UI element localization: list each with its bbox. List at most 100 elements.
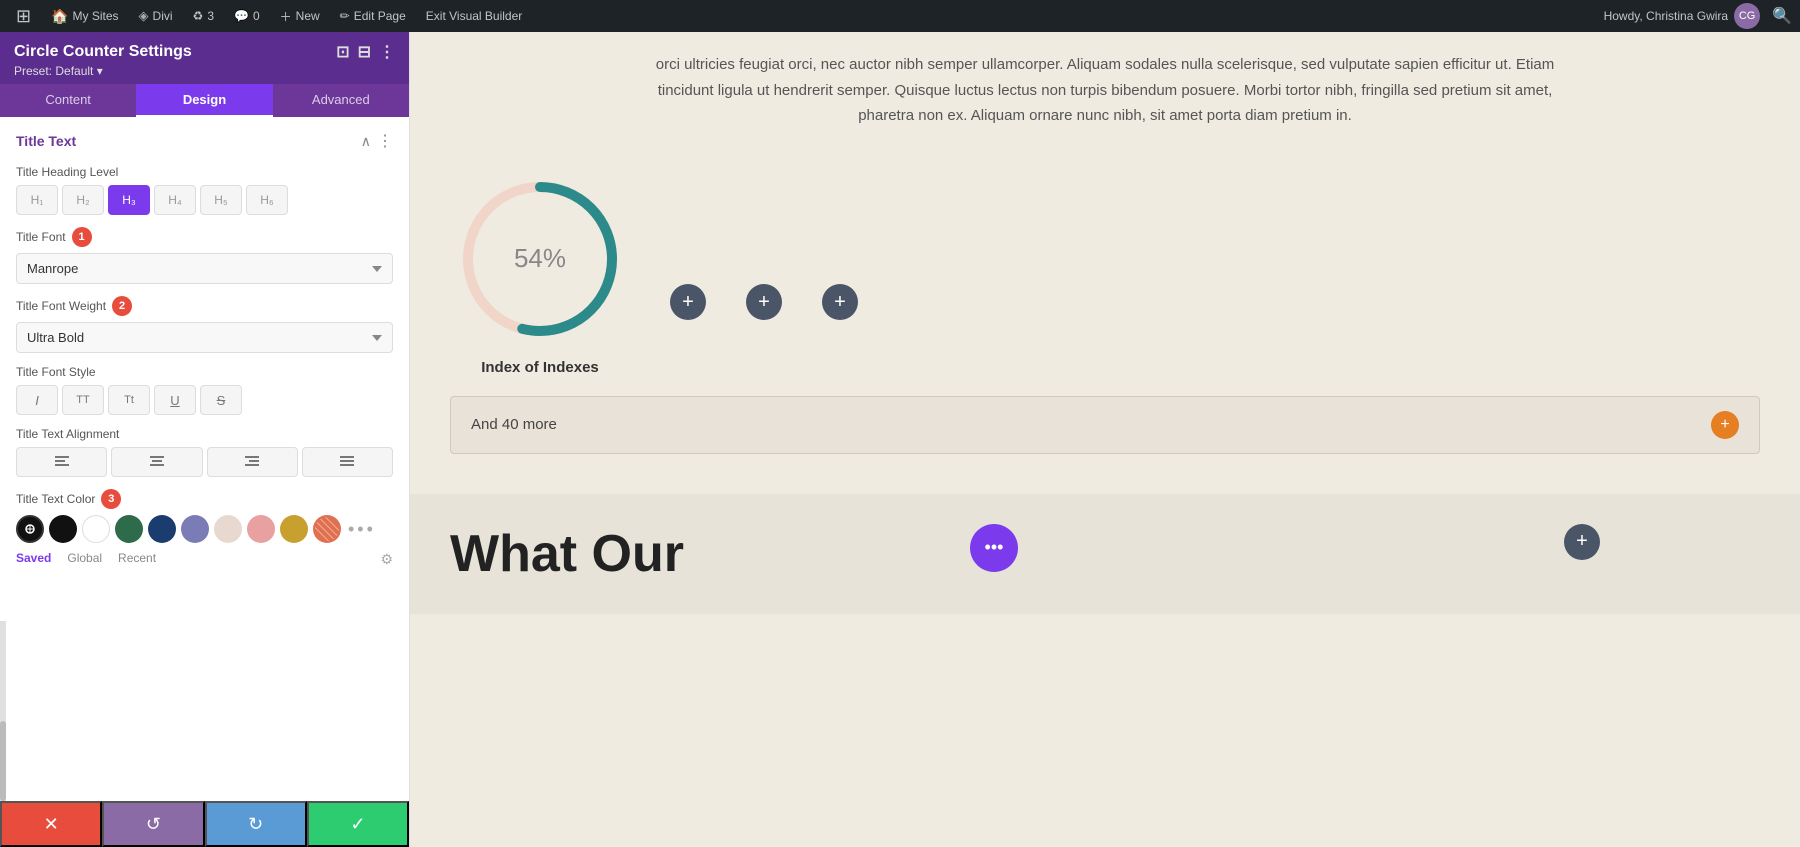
circle-counter-1: 54% (450, 169, 630, 349)
more-colors-button[interactable]: • • • (348, 519, 372, 540)
add-module-button-3[interactable]: + (822, 284, 858, 320)
title-font-select[interactable]: Manrope (16, 253, 393, 284)
color-swatches: • • • (16, 515, 393, 543)
add-module-button-1[interactable]: + (670, 284, 706, 320)
page-content: orci ultricies feugiat orci, nec auctor … (410, 32, 1800, 847)
recent-colors-tab[interactable]: Recent (118, 551, 156, 568)
search-icon[interactable]: 🔍 (1772, 6, 1792, 26)
comments-count[interactable]: ♻ 3 (185, 0, 222, 32)
align-left-button[interactable] (16, 447, 107, 477)
saved-colors-tab[interactable]: Saved (16, 551, 51, 568)
wp-logo[interactable]: ⊞ (8, 0, 39, 32)
page-body: orci ultricies feugiat orci, nec auctor … (410, 32, 1800, 494)
panel-scrollbar (0, 621, 6, 801)
minimize-icon[interactable]: ⊡ (336, 42, 349, 62)
align-right-button[interactable] (207, 447, 298, 477)
comments-menu[interactable]: 💬 0 (226, 0, 268, 32)
color-swatch-blush[interactable] (214, 515, 242, 543)
title-text-color-label: Title Text Color 3 (16, 489, 393, 509)
preset-selector[interactable]: Preset: Default ▾ (14, 64, 395, 78)
bottom-heading: What Our (450, 524, 684, 584)
title-text-alignment-label: Title Text Alignment (16, 427, 393, 441)
panel-footer: ✕ ↺ ↻ ✓ (0, 801, 409, 847)
title-text-color-badge: 3 (101, 489, 121, 509)
counters-section: 54% Index of Indexes + + + (450, 169, 1760, 376)
more-bar-plus-button[interactable]: + (1711, 411, 1739, 439)
section-title-label: Title Text (16, 133, 76, 149)
color-swatch-white[interactable] (82, 515, 110, 543)
strikethrough-button[interactable]: S (200, 385, 242, 415)
section-controls: ∧ ⋮ (361, 131, 393, 151)
bottom-section: What Our ••• + (410, 494, 1800, 614)
edit-page-button[interactable]: ✏ Edit Page (332, 0, 414, 32)
undo-button[interactable]: ↺ (102, 801, 204, 847)
title-font-weight-badge: 2 (112, 296, 132, 316)
title-font-label: Title Font 1 (16, 227, 393, 247)
add-module-button-2[interactable]: + (746, 284, 782, 320)
heading-h2-button[interactable]: H₂ (62, 185, 104, 215)
more-options-icon[interactable]: ⋮ (379, 42, 395, 62)
panel-header: Circle Counter Settings ⊡ ⊟ ⋮ Preset: De… (0, 32, 409, 84)
heading-h1-button[interactable]: H₁ (16, 185, 58, 215)
heading-h5-button[interactable]: H₅ (200, 185, 242, 215)
color-swatch-coral[interactable] (313, 515, 341, 543)
expand-icon[interactable]: ⊟ (358, 42, 371, 62)
tab-design[interactable]: Design (136, 84, 272, 117)
alignment-buttons (16, 447, 393, 477)
underline-button[interactable]: U (154, 385, 196, 415)
my-sites-menu[interactable]: 🏠 My Sites (43, 0, 126, 32)
wp-admin-bar: ⊞ 🏠 My Sites ◈ Divi ♻ 3 💬 0 ＋ New ✏ Edit… (0, 0, 1800, 32)
divi-menu[interactable]: ◈ Divi (131, 0, 181, 32)
counter-item-1: 54% Index of Indexes (450, 169, 630, 376)
collapse-section-icon[interactable]: ∧ (361, 133, 371, 150)
purple-dots-button[interactable]: ••• (970, 524, 1018, 572)
intro-paragraph: orci ultricies feugiat orci, nec auctor … (655, 52, 1555, 129)
redo-button[interactable]: ↻ (205, 801, 307, 847)
color-picker-button[interactable] (16, 515, 44, 543)
align-center-button[interactable] (111, 447, 202, 477)
global-colors-tab[interactable]: Global (67, 551, 102, 568)
italic-button[interactable]: I (16, 385, 58, 415)
title-font-weight-label: Title Font Weight 2 (16, 296, 393, 316)
color-swatch-black[interactable] (49, 515, 77, 543)
color-swatch-navy[interactable] (148, 515, 176, 543)
cancel-button[interactable]: ✕ (0, 801, 102, 847)
user-avatar[interactable]: CG (1734, 3, 1760, 29)
bottom-add-button[interactable]: + (1564, 524, 1600, 560)
new-content-button[interactable]: ＋ New (272, 0, 328, 32)
heading-level-label: Title Heading Level (16, 165, 393, 179)
title-font-badge: 1 (72, 227, 92, 247)
heading-level-buttons: H₁ H₂ H₃ H₄ H₅ H₆ (16, 185, 393, 215)
and-more-bar[interactable]: And 40 more + (450, 396, 1760, 454)
section-options-icon[interactable]: ⋮ (377, 131, 393, 151)
color-swatch-lavender[interactable] (181, 515, 209, 543)
counter-label-1: Index of Indexes (481, 359, 599, 376)
save-button[interactable]: ✓ (307, 801, 409, 847)
panel-scrollbar-thumb (0, 721, 6, 801)
panel-body: Title Text ∧ ⋮ Title Heading Level H₁ H₂… (0, 117, 409, 621)
title-text-section-header: Title Text ∧ ⋮ (16, 131, 393, 151)
exit-visual-builder-button[interactable]: Exit Visual Builder (418, 0, 531, 32)
settings-panel: Circle Counter Settings ⊡ ⊟ ⋮ Preset: De… (0, 32, 410, 847)
tab-content[interactable]: Content (0, 84, 136, 117)
title-font-style-label: Title Font Style (16, 365, 393, 379)
color-settings-icon[interactable]: ⚙ (380, 551, 393, 568)
capitalize-button[interactable]: Tt (108, 385, 150, 415)
color-swatch-green[interactable] (115, 515, 143, 543)
panel-tabs: Content Design Advanced (0, 84, 409, 117)
color-swatch-gold[interactable] (280, 515, 308, 543)
heading-h3-button[interactable]: H₃ (108, 185, 150, 215)
font-style-buttons: I TT Tt U S (16, 385, 393, 415)
panel-header-icons: ⊡ ⊟ ⋮ (336, 42, 395, 62)
heading-h6-button[interactable]: H₆ (246, 185, 288, 215)
title-font-weight-select[interactable]: Ultra Bold (16, 322, 393, 353)
user-howdy: Howdy, Christina Gwira CG (1604, 3, 1760, 29)
panel-title: Circle Counter Settings ⊡ ⊟ ⋮ (14, 42, 395, 62)
uppercase-button[interactable]: TT (62, 385, 104, 415)
heading-h4-button[interactable]: H₄ (154, 185, 196, 215)
color-swatch-rose[interactable] (247, 515, 275, 543)
and-more-text: And 40 more (471, 416, 557, 433)
svg-text:54%: 54% (514, 243, 566, 273)
align-justify-button[interactable] (302, 447, 393, 477)
tab-advanced[interactable]: Advanced (273, 84, 409, 117)
